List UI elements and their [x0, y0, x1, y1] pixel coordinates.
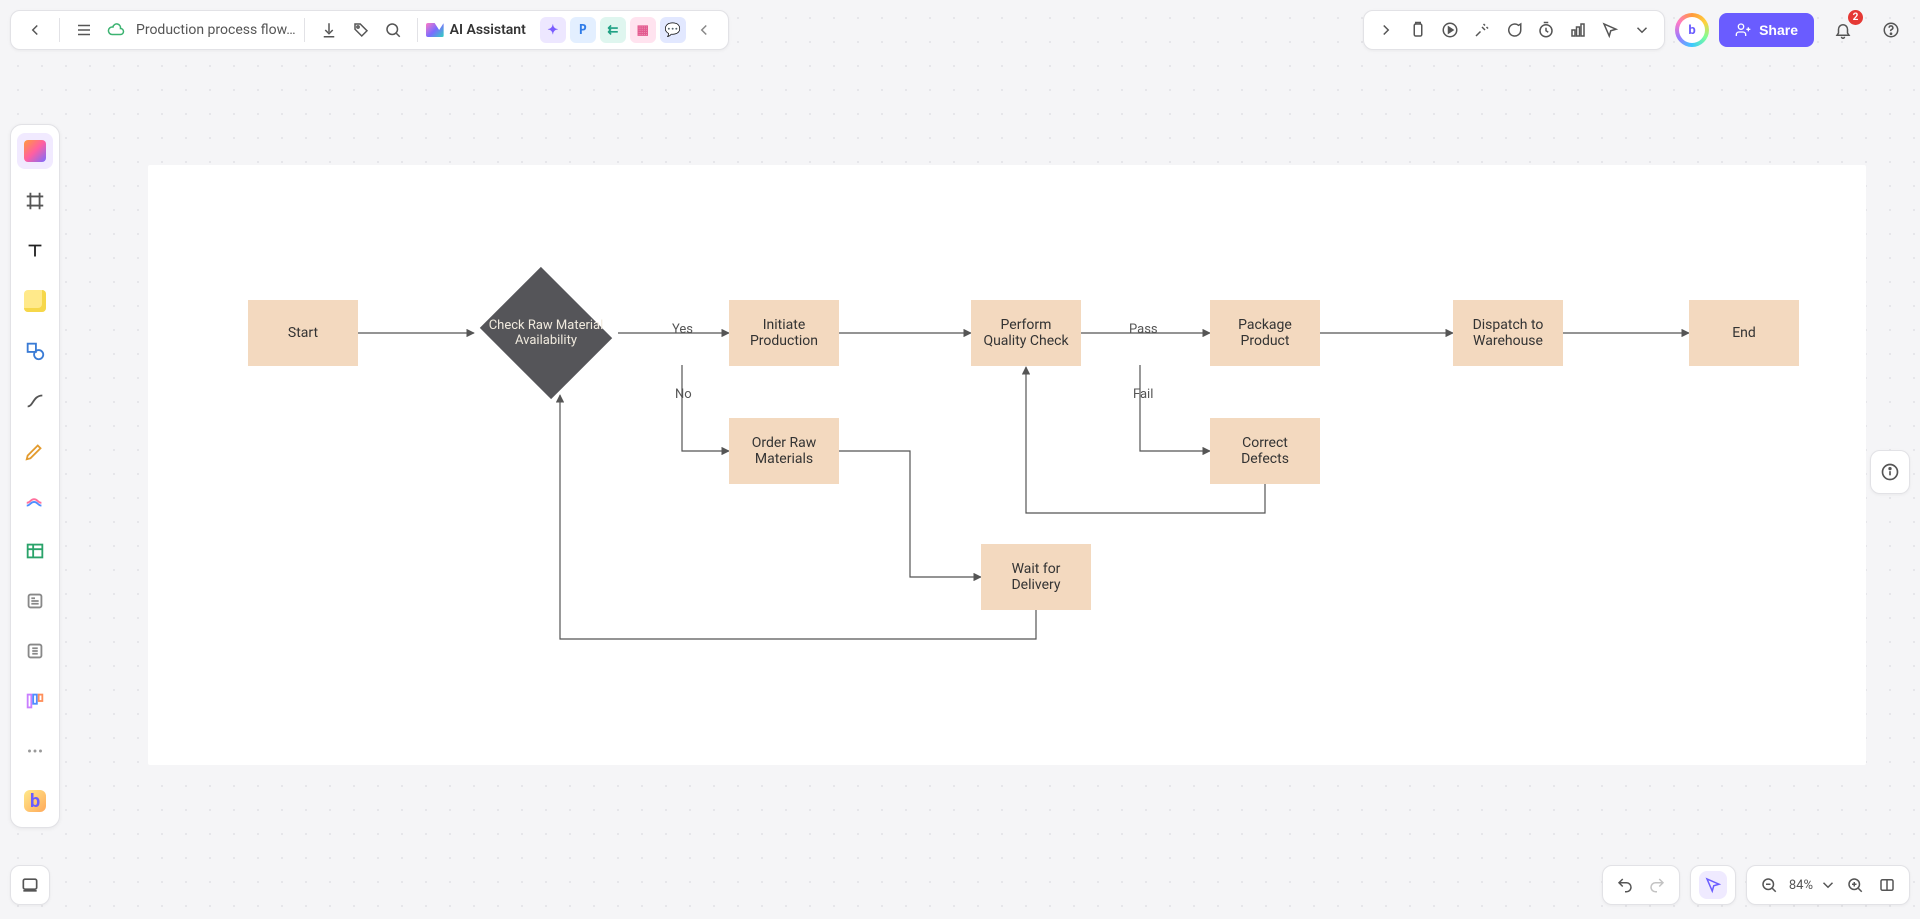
- left-tool-palette: b: [10, 124, 60, 828]
- top-right-toolbar: b Share 2: [1363, 10, 1910, 50]
- zoom-level[interactable]: 84%: [1785, 878, 1817, 893]
- apps-tool[interactable]: b: [17, 783, 53, 819]
- select-tool[interactable]: [1699, 871, 1727, 899]
- diagram-board[interactable]: Yes No Pass Fail Start Check Raw Materia…: [148, 165, 1866, 765]
- timer-button[interactable]: [1532, 16, 1560, 44]
- effects-button[interactable]: [1468, 16, 1496, 44]
- more-tool[interactable]: [17, 733, 53, 769]
- node-package[interactable]: Package Product: [1210, 300, 1320, 366]
- edge-label-pass: Pass: [1129, 322, 1158, 337]
- node-check-label: Check Raw Material Availability: [476, 318, 616, 348]
- bottom-right-controls: 84%: [1602, 865, 1910, 905]
- card-tool[interactable]: [17, 583, 53, 619]
- redo-button[interactable]: [1643, 871, 1671, 899]
- collapse-chips-button[interactable]: [690, 16, 718, 44]
- present-button[interactable]: [1436, 16, 1464, 44]
- node-initiate[interactable]: Initiate Production: [729, 300, 839, 366]
- search-button[interactable]: [379, 16, 407, 44]
- avatar-initial: b: [1679, 17, 1705, 43]
- sticky-note-icon: [24, 290, 46, 312]
- ai-chip-sparkle[interactable]: ✦: [540, 17, 566, 43]
- shape-tool[interactable]: [17, 333, 53, 369]
- smart-draw-tool[interactable]: [17, 483, 53, 519]
- sticky-note-tool[interactable]: [17, 283, 53, 319]
- node-end[interactable]: End: [1689, 300, 1799, 366]
- node-correct[interactable]: Correct Defects: [1210, 418, 1320, 484]
- edge-label-no: No: [675, 387, 692, 402]
- ai-logo-icon: [426, 23, 444, 37]
- ai-chip-chat[interactable]: 💬: [660, 17, 686, 43]
- ai-chip-grid[interactable]: ▦: [630, 17, 656, 43]
- info-button[interactable]: [1870, 450, 1910, 494]
- table-tool[interactable]: [17, 533, 53, 569]
- zoom-menu-button[interactable]: [1819, 871, 1837, 899]
- list-tool[interactable]: [17, 633, 53, 669]
- node-check[interactable]: Check Raw Material Availability: [476, 273, 616, 393]
- share-button[interactable]: Share: [1719, 13, 1814, 47]
- user-avatar[interactable]: b: [1675, 13, 1709, 47]
- download-button[interactable]: [315, 16, 343, 44]
- kanban-tool[interactable]: [17, 683, 53, 719]
- expand-panel-button[interactable]: [1372, 16, 1400, 44]
- document-title[interactable]: Production process flow…: [136, 22, 296, 38]
- node-perform[interactable]: Perform Quality Check: [971, 300, 1081, 366]
- notifications-button[interactable]: 2: [1826, 13, 1860, 47]
- flow-connectors: [148, 165, 1866, 765]
- edge-label-fail: Fail: [1133, 387, 1153, 402]
- more-tools-button[interactable]: [1628, 16, 1656, 44]
- connector-tool[interactable]: [17, 383, 53, 419]
- clipboard-button[interactable]: [1404, 16, 1432, 44]
- pointer-button[interactable]: [1596, 16, 1624, 44]
- apps-icon: b: [24, 790, 46, 812]
- ai-assistant-label: AI Assistant: [450, 22, 526, 38]
- minimap-button[interactable]: [10, 865, 50, 905]
- ai-chip-flow[interactable]: ⇇: [600, 17, 626, 43]
- ai-chip-p[interactable]: P: [570, 17, 596, 43]
- tag-button[interactable]: [347, 16, 375, 44]
- cloud-sync-icon[interactable]: [102, 16, 130, 44]
- menu-button[interactable]: [70, 16, 98, 44]
- undo-button[interactable]: [1611, 871, 1639, 899]
- node-order[interactable]: Order Raw Materials: [729, 418, 839, 484]
- top-left-toolbar: Production process flow… AI Assistant ✦ …: [10, 10, 729, 50]
- node-dispatch[interactable]: Dispatch to Warehouse: [1453, 300, 1563, 366]
- help-button[interactable]: [1874, 13, 1908, 47]
- frame-tool[interactable]: [17, 183, 53, 219]
- vote-button[interactable]: [1564, 16, 1592, 44]
- notification-badge: 2: [1848, 10, 1863, 25]
- edge-label-yes: Yes: [672, 322, 693, 337]
- share-label: Share: [1759, 22, 1798, 38]
- pen-tool[interactable]: [17, 433, 53, 469]
- zoom-out-button[interactable]: [1755, 871, 1783, 899]
- templates-icon: [24, 140, 46, 162]
- fit-screen-button[interactable]: [1873, 871, 1901, 899]
- back-button[interactable]: [21, 16, 49, 44]
- zoom-in-button[interactable]: [1841, 871, 1869, 899]
- comment-button[interactable]: [1500, 16, 1528, 44]
- ai-assistant-button[interactable]: AI Assistant: [426, 22, 526, 38]
- templates-tool[interactable]: [17, 133, 53, 169]
- node-wait[interactable]: Wait for Delivery: [981, 544, 1091, 610]
- node-start[interactable]: Start: [248, 300, 358, 366]
- text-tool[interactable]: [17, 233, 53, 269]
